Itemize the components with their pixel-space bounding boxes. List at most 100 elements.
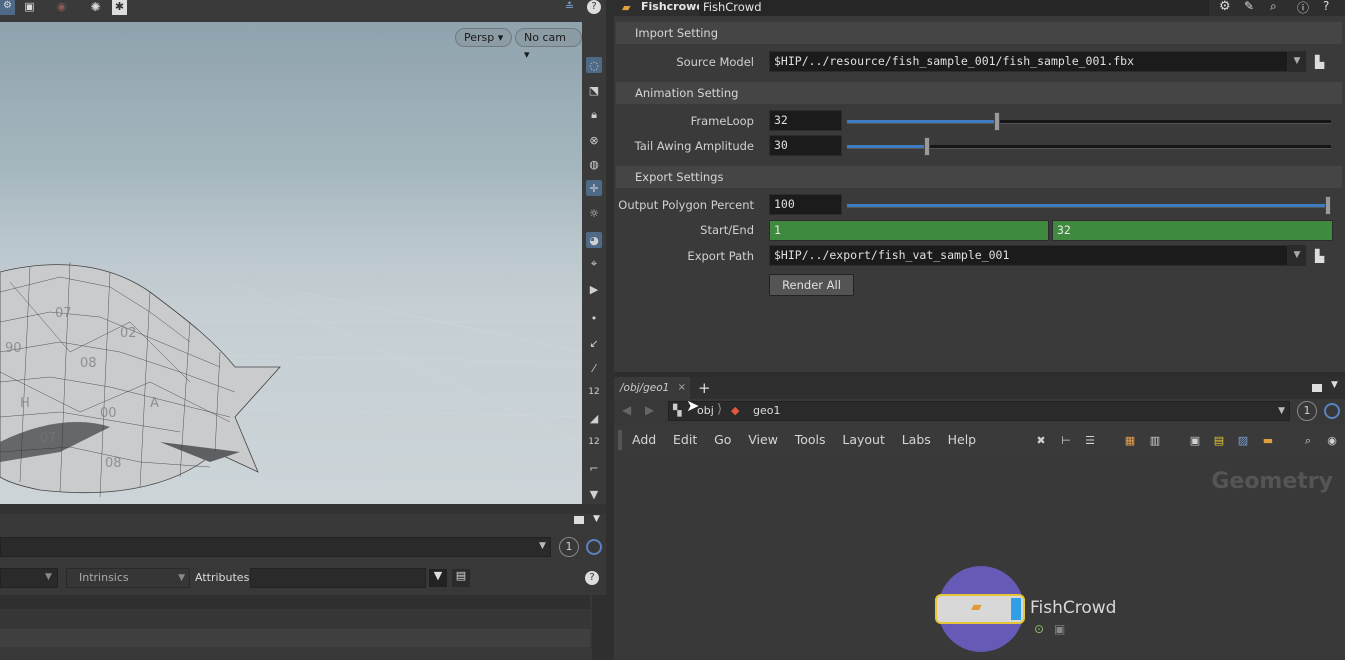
chevron-down-icon[interactable]: ▼ [1278, 406, 1285, 416]
export-path-field[interactable]: $HIP/../export/fish_vat_sample_001 [769, 245, 1288, 266]
table-row[interactable] [0, 629, 590, 647]
camera-icon[interactable]: ⌖ [586, 256, 602, 272]
back-arrow-icon[interactable]: ◀ [622, 403, 631, 417]
select-icon[interactable]: ⬔ [586, 82, 602, 98]
poly-percent-slider[interactable] [847, 196, 1331, 215]
menu-view[interactable]: View [748, 432, 778, 447]
path-bar[interactable] [0, 537, 551, 557]
lock-icon[interactable]: 🔒︎ [586, 107, 602, 123]
network-box-icon[interactable]: ▣ [1188, 434, 1202, 447]
dots-icon[interactable]: ▬ [1261, 434, 1275, 447]
start-field[interactable]: 1 [769, 220, 1049, 241]
node-name-field[interactable]: FishCrowd [699, 0, 1209, 16]
record-icon[interactable]: ◉ [54, 0, 69, 15]
maximize-icon[interactable] [574, 516, 584, 524]
options-icon[interactable]: ▤ [452, 569, 470, 587]
sticky-note-icon[interactable]: ▤ [1212, 434, 1226, 447]
dropdown-icon[interactable]: ▼ [1288, 51, 1306, 72]
import-section-header[interactable]: Import Setting [616, 22, 1342, 44]
file-chooser-icon[interactable]: ▙ [1315, 55, 1324, 69]
pane-menu-icon[interactable]: ▼ [593, 514, 600, 524]
file-chooser-icon[interactable]: ▙ [1315, 249, 1324, 263]
path-geo1[interactable]: geo1 [753, 404, 780, 417]
path-obj[interactable]: obj [697, 404, 714, 417]
table-row[interactable] [0, 611, 590, 629]
eye-icon[interactable]: ◉ [1325, 434, 1339, 447]
filter-icon[interactable]: ▼ [429, 569, 447, 587]
pick-icon[interactable]: ⁄ [586, 360, 602, 376]
slider-handle[interactable] [994, 112, 1000, 131]
close-icon[interactable]: × [678, 377, 686, 399]
help-icon[interactable]: ? [585, 571, 599, 585]
maximize-icon[interactable] [1312, 384, 1322, 392]
menu-labs[interactable]: Labs [902, 432, 931, 447]
counter-badge[interactable]: 1 [559, 537, 579, 557]
link-icon[interactable] [1324, 403, 1340, 419]
help-icon[interactable]: ? [1323, 0, 1329, 13]
render-camera-icon[interactable]: ▶ [586, 281, 602, 297]
frame-loop-slider[interactable] [847, 112, 1331, 131]
add-tab-button[interactable]: + [698, 377, 711, 399]
tail-amplitude-field[interactable]: 30 [769, 135, 842, 156]
info-icon[interactable]: ⓘ [1297, 0, 1309, 16]
tree-icon[interactable]: ⊢ [1059, 434, 1073, 447]
point-icon[interactable]: • [586, 310, 602, 326]
scrollbar[interactable] [592, 595, 606, 660]
slider-handle[interactable] [924, 137, 930, 156]
hide-icon[interactable]: ⊗ [586, 132, 602, 148]
align-icon[interactable]: ≛ [562, 0, 577, 15]
export-section-header[interactable]: Export Settings [616, 166, 1342, 188]
end-field[interactable]: 32 [1052, 220, 1333, 241]
menu-tools[interactable]: Tools [795, 432, 826, 447]
shading-icon[interactable]: ◍ [586, 156, 602, 172]
menu-go[interactable]: Go [714, 432, 731, 447]
camera-persp-menu[interactable]: Persp ▾ [455, 28, 513, 47]
bulb-icon[interactable]: ☼ [586, 205, 602, 221]
sphere-icon[interactable]: ◕ [586, 232, 602, 248]
menu-add[interactable]: Add [632, 432, 656, 447]
display-options-icon[interactable]: ⚙ [0, 0, 15, 15]
normal-icon[interactable]: ↙ [586, 335, 602, 351]
image-icon[interactable]: ▨ [1236, 434, 1250, 447]
slider-handle[interactable] [1325, 196, 1331, 215]
pane-divider[interactable] [0, 504, 609, 514]
vertex-number-icon[interactable]: 12 [586, 434, 602, 450]
forward-arrow-icon[interactable]: ▶ [645, 403, 654, 417]
poly-percent-field[interactable]: 100 [769, 194, 842, 215]
settings-icon[interactable]: ✱ [112, 0, 127, 15]
path-field[interactable]: ▚ obj ⟩ ◆ geo1 ▼ [668, 401, 1290, 421]
paint-icon[interactable]: ◢ [586, 410, 602, 426]
menu-edit[interactable]: Edit [673, 432, 697, 447]
help-icon[interactable]: ? [587, 0, 601, 14]
wrench-icon[interactable]: ✖ [1034, 434, 1048, 447]
menu-layout[interactable]: Layout [842, 432, 885, 447]
frame-loop-field[interactable]: 32 [769, 110, 842, 131]
animation-section-header[interactable]: Animation Setting [616, 82, 1342, 104]
ghost-icon[interactable]: ◌ [586, 57, 602, 73]
source-model-field[interactable]: $HIP/../resource/fish_sample_001/fish_sa… [769, 51, 1288, 72]
tab-obj-geo1[interactable]: /obj/geo1 × [614, 377, 690, 399]
counter-badge[interactable]: 1 [1297, 401, 1317, 421]
list-icon[interactable]: ☰ [1083, 434, 1097, 447]
group-dropdown-icon[interactable]: ▼ [45, 572, 52, 582]
snapshot-icon[interactable]: ▣ [22, 0, 37, 15]
pane-splitter[interactable] [606, 0, 614, 660]
fishcrowd-node[interactable]: ▰ [932, 566, 1025, 652]
number-icon[interactable]: 12 [586, 384, 602, 400]
intrinsics-dropdown[interactable]: Intrinsics ▼ [66, 568, 190, 588]
search-icon[interactable]: ⌕ [1301, 434, 1315, 447]
dropdown-icon[interactable]: ▼ [1288, 245, 1306, 266]
search-icon[interactable]: ⌕ [1270, 0, 1277, 14]
attributes-input[interactable] [250, 568, 426, 588]
network-editor[interactable]: Geometry ▰ FishCrowd ⊙ ▣ [614, 452, 1345, 660]
lights-icon[interactable]: ✺ [88, 0, 103, 15]
3d-viewport[interactable]: 07 02 90 08 H 00 A 07 08 Persp ▾ No cam ▾ [0, 22, 582, 504]
gear-icon[interactable]: ⚙ [1219, 0, 1231, 14]
tail-amplitude-slider[interactable] [847, 137, 1331, 156]
path-dropdown-icon[interactable]: ▼ [539, 541, 546, 551]
no-cam-menu[interactable]: No cam ▾ [515, 28, 582, 61]
grid-icon[interactable]: ▦ [1123, 434, 1137, 447]
edge-icon[interactable]: ⌐ [586, 460, 602, 476]
pane-menu-icon[interactable]: ▼ [1331, 380, 1338, 390]
lock-icon[interactable]: ▣ [1054, 622, 1065, 636]
